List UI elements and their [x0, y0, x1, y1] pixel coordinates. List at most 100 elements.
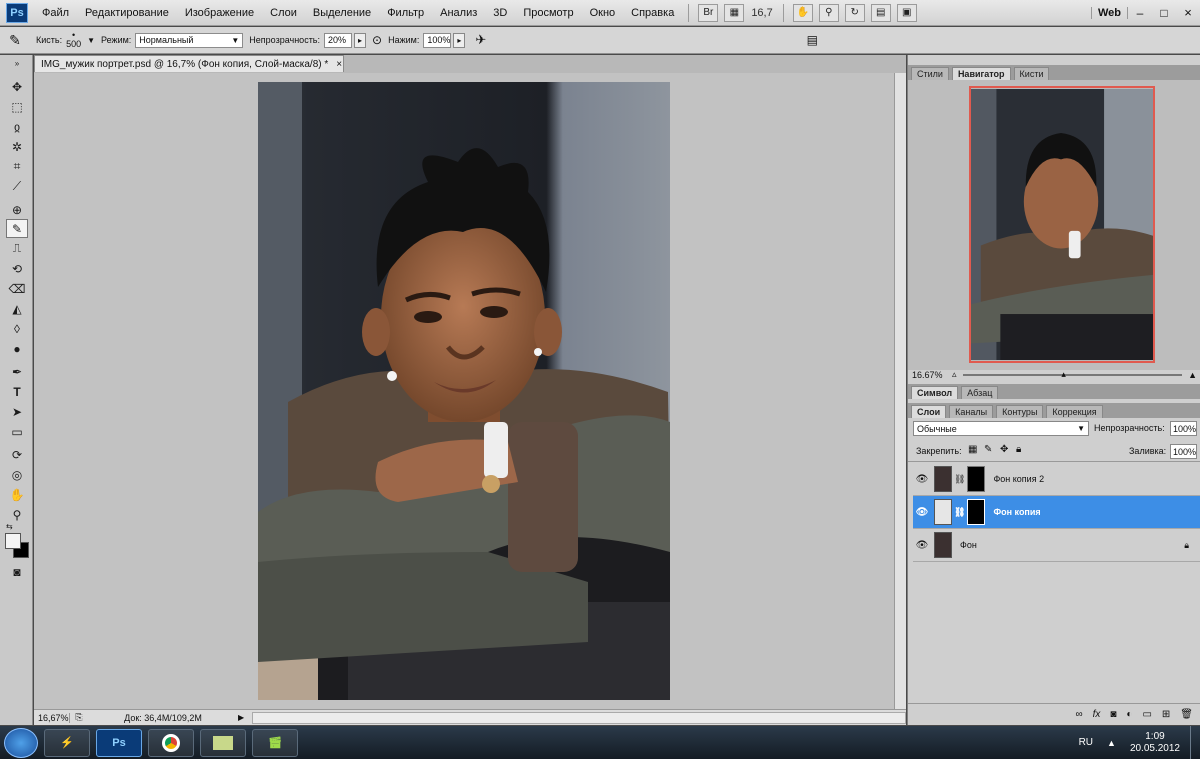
opacity-input[interactable]: 20%: [324, 32, 353, 48]
tab-styles[interactable]: Стили: [911, 67, 949, 80]
horizontal-scrollbar[interactable]: [252, 711, 906, 724]
clock[interactable]: 1:09 20.05.2012: [1130, 731, 1180, 755]
layer-style-icon[interactable]: fx: [1093, 709, 1101, 720]
tab-layers[interactable]: Слои: [911, 405, 947, 418]
adjustment-layer-icon[interactable]: ◐: [1126, 709, 1132, 720]
paint-bucket-tool-icon[interactable]: ◭: [6, 299, 28, 318]
tab-paths[interactable]: Контуры: [996, 405, 1044, 418]
menu-select[interactable]: Выделение: [305, 7, 379, 19]
taskbar-app-camtasia[interactable]: 🎬︎: [252, 728, 298, 757]
eraser-tool-icon[interactable]: ⌫: [6, 279, 28, 298]
tab-navigator[interactable]: Навигатор: [951, 67, 1011, 80]
history-brush-tool-icon[interactable]: ⟲: [6, 259, 28, 278]
airbrush-icon[interactable]: ✈: [475, 32, 486, 48]
close-button[interactable]: ×: [1176, 5, 1200, 20]
canvas[interactable]: [34, 73, 894, 709]
eye-icon[interactable]: 👁︎: [913, 540, 931, 551]
start-button[interactable]: [4, 727, 38, 758]
default-colors-icon[interactable]: ⇆: [6, 520, 28, 532]
navigator-zoom-slider[interactable]: ▴: [962, 369, 1183, 379]
workspace-switcher[interactable]: Web: [1090, 6, 1128, 19]
menu-filter[interactable]: Фильтр: [379, 7, 432, 19]
zoom-in-icon[interactable]: ▲: [1188, 370, 1197, 380]
tab-paragraph[interactable]: Абзац: [961, 386, 999, 399]
layer-blend-mode-select[interactable]: Обычные ▼: [913, 421, 1089, 436]
layer-mask-thumbnail[interactable]: [967, 499, 986, 525]
lock-position-icon[interactable]: ✥: [1000, 444, 1008, 455]
pen-tool-icon[interactable]: ✒: [6, 362, 28, 381]
foreground-color-swatch[interactable]: [5, 533, 21, 549]
trash-icon[interactable]: 🗑︎: [1180, 709, 1193, 720]
3d-orbit-tool-icon[interactable]: ◎: [6, 465, 28, 484]
new-layer-icon[interactable]: ⊞: [1162, 709, 1170, 720]
status-menu-arrow-icon[interactable]: ▶: [238, 713, 244, 722]
brush-tool-icon[interactable]: ✎: [6, 219, 28, 238]
dodge-tool-icon[interactable]: ●: [6, 339, 28, 358]
crop-tool-icon[interactable]: ⌗: [6, 157, 28, 176]
zoom-out-icon[interactable]: ▵: [952, 369, 957, 380]
taskbar-app-photoshop[interactable]: Ps: [96, 728, 142, 757]
quick-mask-icon[interactable]: ◙: [6, 562, 28, 581]
brush-preset-picker[interactable]: • 500: [66, 31, 81, 49]
tray-expand-icon[interactable]: ▲: [1107, 738, 1116, 748]
layer-row[interactable]: 👁︎ Фон 🔒︎: [913, 529, 1200, 562]
new-group-icon[interactable]: ▭: [1142, 709, 1151, 720]
layer-row[interactable]: 👁︎ ⛓︎ Фон копия: [913, 496, 1200, 529]
menu-file[interactable]: Файл: [34, 7, 77, 19]
opacity-slider-button[interactable]: ▸: [354, 32, 367, 48]
maximize-button[interactable]: □: [1152, 6, 1176, 20]
tab-channels[interactable]: Каналы: [949, 405, 994, 418]
menu-window[interactable]: Окно: [582, 7, 624, 19]
link-icon[interactable]: ⛓︎: [954, 507, 965, 518]
menu-help[interactable]: Справка: [623, 7, 682, 19]
shape-tool-icon[interactable]: ▭: [6, 422, 28, 441]
flow-input[interactable]: 100%: [423, 32, 452, 48]
zoom-tool-button[interactable]: ⚲: [818, 3, 839, 22]
eye-icon[interactable]: 👁︎: [913, 474, 931, 485]
lock-pixels-icon[interactable]: ✎: [984, 444, 992, 455]
menu-edit[interactable]: Редактирование: [77, 7, 177, 19]
navigator-preview[interactable]: [969, 86, 1155, 363]
chevron-down-icon[interactable]: ▼: [87, 36, 95, 45]
show-desktop-button[interactable]: [1190, 726, 1200, 759]
brush-tool-preset-icon[interactable]: ✎: [0, 32, 30, 49]
blur-tool-icon[interactable]: ◊: [6, 319, 28, 338]
marquee-tool-icon[interactable]: ⬚: [6, 97, 28, 116]
quick-selection-tool-icon[interactable]: ✲: [6, 137, 28, 156]
tab-brushes[interactable]: Кисти: [1013, 67, 1050, 80]
link-icon[interactable]: ⛓︎: [954, 474, 965, 485]
menu-layers[interactable]: Слои: [262, 7, 305, 19]
move-tool-icon[interactable]: ✥: [6, 77, 28, 96]
tablet-pressure-opacity-icon[interactable]: ⊙: [372, 33, 382, 47]
status-zoom[interactable]: 16,67%: [34, 712, 70, 723]
layer-row[interactable]: 👁︎ ⛓︎ Фон копия 2: [913, 463, 1200, 496]
view-extras-button[interactable]: ▦: [724, 3, 745, 22]
flow-slider-button[interactable]: ▸: [453, 32, 466, 48]
path-selection-tool-icon[interactable]: ➤: [6, 402, 28, 421]
status-page-icon[interactable]: ⎘: [70, 712, 88, 723]
menu-3d[interactable]: 3D: [485, 7, 515, 19]
rotate-view-button[interactable]: ↻: [844, 3, 865, 22]
hand-tool-icon[interactable]: ✋: [6, 485, 28, 504]
fill-input[interactable]: 100%: [1170, 444, 1197, 459]
slider-thumb-icon[interactable]: ▴: [1061, 369, 1066, 380]
swap-colors-icon[interactable]: ⇆: [6, 522, 13, 531]
layer-mask-thumbnail[interactable]: [967, 466, 986, 492]
layer-opacity-input[interactable]: 100%: [1170, 421, 1197, 436]
vertical-scrollbar[interactable]: [894, 73, 906, 709]
portrait-photo[interactable]: [258, 82, 670, 700]
hand-tool-button[interactable]: ✋: [792, 3, 813, 22]
navigator-zoom-value[interactable]: 16.67%: [912, 370, 952, 380]
taskbar-app-winamp[interactable]: ⚡: [44, 728, 90, 757]
blend-mode-select[interactable]: Нормальный ▼: [135, 32, 244, 48]
lasso-tool-icon[interactable]: ჲ: [6, 117, 28, 136]
link-layers-icon[interactable]: ∞: [1075, 709, 1082, 720]
menu-view[interactable]: Просмотр: [515, 7, 581, 19]
lock-all-icon[interactable]: 🔒︎: [1016, 444, 1021, 455]
screen-mode-button[interactable]: ▣: [896, 3, 917, 22]
tab-character[interactable]: Символ: [911, 386, 959, 399]
arrange-documents-button[interactable]: ▤: [870, 3, 891, 22]
zoom-level-display[interactable]: 16,7: [751, 7, 772, 19]
minimize-button[interactable]: –: [1128, 6, 1152, 20]
healing-brush-tool-icon[interactable]: ⊕: [6, 200, 28, 219]
